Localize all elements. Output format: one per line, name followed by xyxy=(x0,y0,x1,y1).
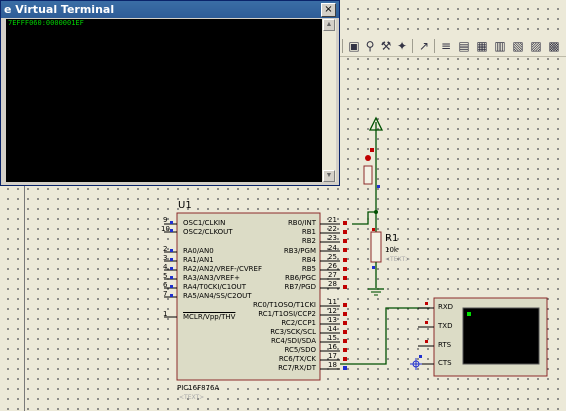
vertical-scrollbar[interactable]: ▲ ▼ xyxy=(322,19,336,182)
power-terminal[interactable] xyxy=(368,116,384,152)
virtual-terminal-symbol[interactable] xyxy=(410,297,548,377)
pin-number: 1 xyxy=(163,310,168,318)
mcu-text-tag: <TEXT> xyxy=(179,394,205,401)
pin-name: RA3/AN3/VREF+ xyxy=(183,274,240,282)
pin-name: RC7/RX/DT xyxy=(278,364,316,372)
pin-number: 28 xyxy=(328,280,337,288)
pin-name: MCLR/Vpp/THV xyxy=(183,313,236,321)
resistor-r1[interactable] xyxy=(370,228,382,288)
terminal-pin-cts: CTS xyxy=(438,359,452,367)
pin-name: RC1/T1OSI/CCP2 xyxy=(258,310,316,318)
pin-name: RA0/AN0 xyxy=(183,247,214,255)
pin-number: 4 xyxy=(163,263,168,271)
pin-number: 2 xyxy=(163,245,168,253)
scroll-up-icon[interactable]: ▲ xyxy=(323,19,335,31)
pin-name: OSC1/CLKIN xyxy=(183,219,226,227)
pin-number: 21 xyxy=(328,216,337,224)
pin-name: RA5/AN4/SS/C2OUT xyxy=(183,292,252,300)
resistor-value: 10k xyxy=(385,246,398,254)
virtual-terminal-window[interactable]: e Virtual Terminal × 7EFFF060:0000001EF … xyxy=(0,0,340,186)
pin-name: RB0/INT xyxy=(287,219,316,227)
ground-symbol[interactable] xyxy=(368,288,384,296)
wire-uart[interactable] xyxy=(340,307,430,365)
scroll-down-icon[interactable]: ▼ xyxy=(323,170,335,182)
pin-name: RA4/T0CKI/C1OUT xyxy=(183,283,247,291)
terminal-output-area[interactable]: 7EFFF060:0000001EF xyxy=(6,19,322,182)
pin-name: RB5 xyxy=(301,265,316,273)
terminal-pin-rxd: RXD xyxy=(438,303,454,311)
pin-number: 25 xyxy=(328,253,337,261)
switch-button[interactable] xyxy=(363,148,380,188)
pin-number: 5 xyxy=(163,272,168,280)
pin-name: RA2/AN2/VREF-/CVREF xyxy=(183,265,262,273)
crosshair-cursor-icon xyxy=(410,358,422,370)
pin-name: RC3/SCK/SCL xyxy=(270,328,316,336)
pin-number: 10 xyxy=(161,225,170,233)
pin-number: 24 xyxy=(328,244,337,252)
pin-name: OSC2/CLKOUT xyxy=(183,228,233,236)
pin-number: 12 xyxy=(328,307,337,315)
pin-number: 17 xyxy=(328,352,337,360)
pin-number: 6 xyxy=(163,281,168,289)
terminal-output-text: 7EFFF060:0000001EF xyxy=(8,19,84,27)
mcu-part-name: PIC16F876A xyxy=(177,384,220,392)
pin-name: RC4/SDI/SDA xyxy=(271,337,316,345)
pin-name: RB2 xyxy=(301,237,316,245)
pin-number: 11 xyxy=(328,298,337,306)
pin-number: 3 xyxy=(163,254,168,262)
pin-number: 23 xyxy=(328,234,337,242)
terminal-pin-rts: RTS xyxy=(438,341,452,349)
pin-number: 16 xyxy=(328,343,337,351)
pin-number: 22 xyxy=(328,225,337,233)
pin-name: RC5/SDO xyxy=(284,346,316,354)
virtual-terminal-title: e Virtual Terminal xyxy=(4,3,115,16)
pin-number: 15 xyxy=(328,334,337,342)
pin-name: RA1/AN1 xyxy=(183,256,214,264)
pin-number: 14 xyxy=(328,325,337,333)
pin-number: 18 xyxy=(328,361,337,369)
virtual-terminal-titlebar[interactable]: e Virtual Terminal × xyxy=(1,1,339,18)
pin-number: 13 xyxy=(328,316,337,324)
pin-name: RB1 xyxy=(301,228,316,236)
mcu-designator: U1 xyxy=(178,200,192,211)
pin-name: RB4 xyxy=(301,256,316,264)
terminal-pin-txd: TXD xyxy=(438,322,453,330)
wire-rb0[interactable] xyxy=(352,188,378,232)
pin-name: RB3/PGM xyxy=(283,247,316,255)
pin-number: 27 xyxy=(328,271,337,279)
pin-name: RC2/CCP1 xyxy=(281,319,316,327)
pin-name: RC0/T1OSO/T1CKI xyxy=(252,301,316,309)
pin-name: RB6/PGC xyxy=(284,274,316,282)
resistor-text-tag: <TEXT> xyxy=(385,256,411,263)
pin-number: 7 xyxy=(163,290,168,298)
pin-name: RB7/PGD xyxy=(284,283,316,291)
pin-number: 9 xyxy=(163,216,168,224)
resistor-designator: R1 xyxy=(385,233,399,244)
close-icon[interactable]: × xyxy=(321,3,336,17)
pin-number: 26 xyxy=(328,262,337,270)
pin-name: RC6/TX/CK xyxy=(278,355,316,363)
